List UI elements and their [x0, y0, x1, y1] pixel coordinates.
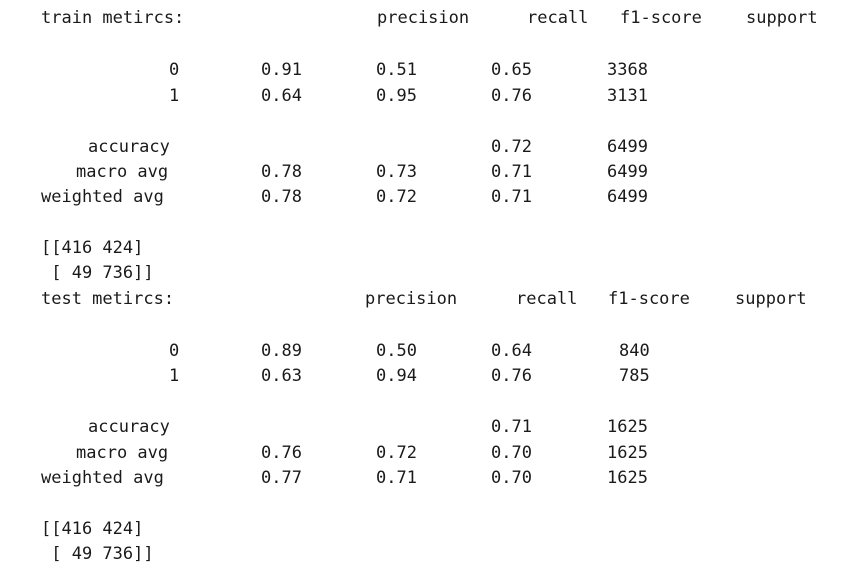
test-row-weighted-v2: 0.71	[376, 468, 417, 488]
test-confusion-matrix-row2: [ 49 736]]	[41, 544, 154, 564]
test-header-support: support	[735, 289, 807, 309]
train-row-class1-v2: 0.95	[376, 86, 417, 106]
test-header-recall: recall	[516, 289, 578, 309]
test-row-weighted-v4: 1625	[607, 468, 648, 488]
train-row-class0-v3: 0.65	[491, 60, 532, 80]
test-row-class0-v3: 0.64	[491, 341, 532, 361]
train-row-class0-label: 0	[169, 60, 180, 80]
test-header-precision: precision	[365, 289, 458, 309]
test-row-class0-v1: 0.89	[261, 341, 302, 361]
train-row-class0-v2: 0.51	[376, 60, 417, 80]
test-title: test metircs:	[41, 289, 175, 309]
train-row-class1-v4: 3131	[607, 86, 648, 106]
train-row-weighted-v3: 0.71	[491, 187, 532, 207]
test-row-class0-v2: 0.50	[376, 341, 417, 361]
train-row-weighted-v1: 0.78	[261, 187, 302, 207]
train-confusion-matrix-row1: [[416 424]	[41, 238, 144, 258]
test-row-weighted-v1: 0.77	[261, 468, 302, 488]
test-confusion-matrix-row1: [[416 424]	[41, 519, 144, 539]
train-row-class1-v1: 0.64	[261, 86, 302, 106]
test-row-macro-v2: 0.72	[376, 443, 417, 463]
test-row-macro-label: macro avg	[76, 443, 169, 463]
test-row-macro-v3: 0.70	[491, 443, 532, 463]
test-row-accuracy-label: accuracy	[88, 417, 170, 437]
train-row-weighted-v4: 6499	[607, 187, 648, 207]
train-row-macro-label: macro avg	[76, 162, 169, 182]
train-row-class0-v1: 0.91	[261, 60, 302, 80]
test-row-class1-v1: 0.63	[261, 366, 302, 386]
train-row-macro-v4: 6499	[607, 162, 648, 182]
train-header-f1: f1-score	[620, 8, 702, 28]
train-row-accuracy-v3: 0.72	[491, 137, 532, 157]
train-header-support: support	[746, 8, 818, 28]
test-row-class0-v4: 840	[619, 341, 650, 361]
test-row-class1-v4: 785	[619, 366, 650, 386]
train-header-precision: precision	[377, 8, 470, 28]
train-row-macro-v3: 0.71	[491, 162, 532, 182]
train-row-weighted-label: weighted avg	[41, 187, 164, 207]
test-row-weighted-v3: 0.70	[491, 468, 532, 488]
test-row-class1-v2: 0.94	[376, 366, 417, 386]
train-row-class1-v3: 0.76	[491, 86, 532, 106]
train-confusion-matrix-row2: [ 49 736]]	[41, 263, 154, 283]
train-row-weighted-v2: 0.72	[376, 187, 417, 207]
train-row-accuracy-label: accuracy	[88, 137, 170, 157]
test-header-f1: f1-score	[608, 289, 690, 309]
test-row-class0-label: 0	[169, 341, 180, 361]
test-row-accuracy-v4: 1625	[607, 417, 648, 437]
train-row-macro-v2: 0.73	[376, 162, 417, 182]
train-row-class1-label: 1	[169, 86, 180, 106]
test-row-weighted-label: weighted avg	[41, 468, 164, 488]
train-row-macro-v1: 0.78	[261, 162, 302, 182]
train-title: train metircs:	[41, 8, 185, 28]
test-row-accuracy-v3: 0.71	[491, 417, 532, 437]
test-row-macro-v4: 1625	[607, 443, 648, 463]
test-row-class1-label: 1	[169, 366, 180, 386]
train-header-recall: recall	[527, 8, 589, 28]
train-row-accuracy-v4: 6499	[607, 137, 648, 157]
train-row-class0-v4: 3368	[607, 60, 648, 80]
test-row-macro-v1: 0.76	[261, 443, 302, 463]
test-row-class1-v3: 0.76	[491, 366, 532, 386]
console-output: train metircs: precision recall f1-score…	[0, 0, 865, 580]
